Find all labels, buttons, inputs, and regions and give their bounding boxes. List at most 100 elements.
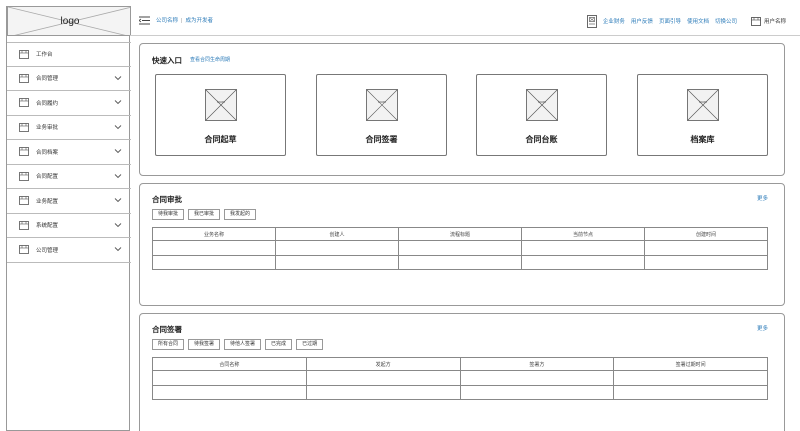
table-row[interactable] (152, 240, 768, 256)
tab-approved-by-me[interactable]: 我已审批 (188, 209, 221, 220)
nav-link-page-guide[interactable]: 页面引导 (659, 17, 681, 25)
company-breadcrumb: 公司名称 | 成为开发者 (156, 6, 213, 36)
table-row[interactable] (152, 384, 768, 400)
tile-label: 合同签署 (365, 135, 398, 144)
sidebar-item-label: 业务配置 (36, 198, 59, 205)
nav-link-documentation[interactable]: 使用文档 (687, 17, 709, 25)
menu-item-icon (19, 196, 29, 206)
table-cell (398, 240, 522, 256)
tile-contract-signing[interactable]: icon 合同签署 (316, 74, 447, 156)
menu-item-icon (19, 245, 29, 255)
image-placeholder-icon: icon (526, 89, 558, 121)
image-placeholder-icon: icon (205, 89, 237, 121)
table-cell (613, 384, 768, 400)
document-icon[interactable] (587, 14, 597, 28)
image-placeholder-icon: icon (366, 89, 398, 121)
sidebar-menu: 工作台合同管理 合同履约 业务审批 合同档案合同配置业务配置系统配置公司管理 (7, 42, 131, 263)
table-cell (305, 370, 461, 386)
user-avatar-icon[interactable] (751, 16, 761, 26)
sidebar-item-label: 系统配置 (36, 223, 59, 230)
menu-item-icon (19, 98, 29, 108)
chevron-down-icon[interactable] (114, 222, 122, 228)
contract-lifecycle-link[interactable]: 查看合同生命周期 (190, 56, 230, 63)
tab-completed[interactable]: 已完成 (265, 339, 293, 350)
table-cell (521, 240, 645, 256)
top-right-nav: 企业财务 用户反馈 页面引导 使用文档 切换公司 用户名称 (587, 6, 800, 36)
column-header: 流程标题 (398, 227, 522, 241)
tile-label: 合同起草 (204, 135, 237, 144)
tab-pending-others-signature[interactable]: 待他人签署 (224, 339, 262, 350)
column-header: 业务名称 (152, 227, 276, 241)
chevron-down-icon[interactable] (114, 197, 122, 203)
table-row[interactable] (152, 370, 768, 386)
logo-placeholder[interactable]: logo (7, 6, 131, 36)
table-cell (398, 254, 522, 270)
sidebar-item-system-config[interactable]: 系统配置 (7, 214, 131, 238)
chevron-down-icon[interactable] (114, 148, 122, 154)
menu-toggle-icon[interactable] (139, 16, 150, 25)
column-header: 合同名称 (152, 357, 307, 371)
table-cell (613, 370, 768, 386)
sidebar-item-business-config[interactable]: 业务配置 (7, 189, 131, 214)
tab-pending-my-signature[interactable]: 待我签署 (188, 339, 221, 350)
tile-contract-ledger[interactable]: icon 合同台账 (476, 74, 607, 156)
sidebar-item-label: 公司管理 (36, 247, 59, 254)
chevron-down-icon[interactable] (114, 246, 122, 252)
sidebar-item-contract-archive[interactable]: 合同档案 (7, 140, 131, 165)
quick-entry-title: 快速入口 (152, 56, 182, 65)
image-placeholder-icon: icon (687, 89, 719, 121)
menu-item-icon (19, 147, 29, 157)
chevron-down-icon[interactable] (114, 75, 122, 81)
sidebar-item-workbench[interactable]: 工作台 (7, 42, 131, 67)
table-cell (459, 370, 615, 386)
approval-title: 合同审批 (152, 195, 182, 204)
company-name-link[interactable]: 公司名称 (156, 18, 178, 24)
breadcrumb-separator: | (181, 18, 183, 24)
approval-tabs: 待我审批 我已审批 我发起的 (152, 209, 260, 220)
tab-expired[interactable]: 已过期 (296, 339, 324, 350)
tile-archive[interactable]: icon 档案库 (637, 74, 768, 156)
approval-more-link[interactable]: 更多 (757, 194, 768, 202)
tab-pending-my-approval[interactable]: 待我审批 (152, 209, 185, 220)
table-cell (459, 384, 615, 400)
column-header: 签署过期时间 (613, 357, 768, 371)
tile-contract-draft[interactable]: icon 合同起草 (155, 74, 286, 156)
user-name[interactable]: 用户名称 (764, 17, 786, 25)
image-placeholder-label: icon (378, 99, 385, 104)
tab-initiated-by-me[interactable]: 我发起的 (224, 209, 257, 220)
table-cell (644, 240, 768, 256)
sidebar-item-label: 合同配置 (36, 174, 59, 181)
table-cell (152, 240, 276, 256)
menu-item-icon (19, 220, 29, 230)
tile-label: 档案库 (690, 135, 715, 144)
sidebar-item-business-approval[interactable]: 业务审批 (7, 116, 131, 140)
sidebar-item-label: 工作台 (36, 52, 53, 59)
table-cell (644, 254, 768, 270)
image-placeholder-label: icon (699, 99, 706, 104)
sidebar-item-company-management[interactable]: 公司管理 (7, 238, 131, 263)
sidebar-item-contract-config[interactable]: 合同配置 (7, 165, 131, 189)
menu-item-icon (19, 122, 29, 132)
column-header: 创建人 (275, 227, 399, 241)
column-header: 当前节点 (521, 227, 645, 241)
signing-more-link[interactable]: 更多 (757, 324, 768, 332)
sidebar-item-contract-performance[interactable]: 合同履约 (7, 91, 131, 116)
chevron-down-icon[interactable] (114, 99, 122, 105)
table-cell (152, 370, 307, 386)
sidebar-item-contract-management[interactable]: 合同管理 (7, 67, 131, 91)
nav-link-switch-company[interactable]: 切换公司 (715, 17, 737, 25)
nav-link-enterprise-finance[interactable]: 企业财务 (603, 17, 625, 25)
table-cell (152, 254, 276, 270)
table-cell (275, 254, 399, 270)
table-row[interactable] (152, 254, 768, 270)
table-cell (275, 240, 399, 256)
table-cell (152, 384, 307, 400)
tab-all-contracts[interactable]: 所有合同 (152, 339, 185, 350)
signing-tabs: 所有合同 待我签署 待他人签署 已完成 已过期 (152, 339, 327, 350)
become-developer-link[interactable]: 成为开发者 (185, 18, 213, 24)
nav-link-user-feedback[interactable]: 用户反馈 (631, 17, 653, 25)
signing-panel: 合同签署 更多 所有合同 待我签署 待他人签署 已完成 已过期 合同名称 发起方… (139, 313, 785, 431)
chevron-down-icon[interactable] (114, 124, 122, 130)
tile-label: 合同台账 (525, 135, 558, 144)
chevron-down-icon[interactable] (114, 173, 122, 179)
